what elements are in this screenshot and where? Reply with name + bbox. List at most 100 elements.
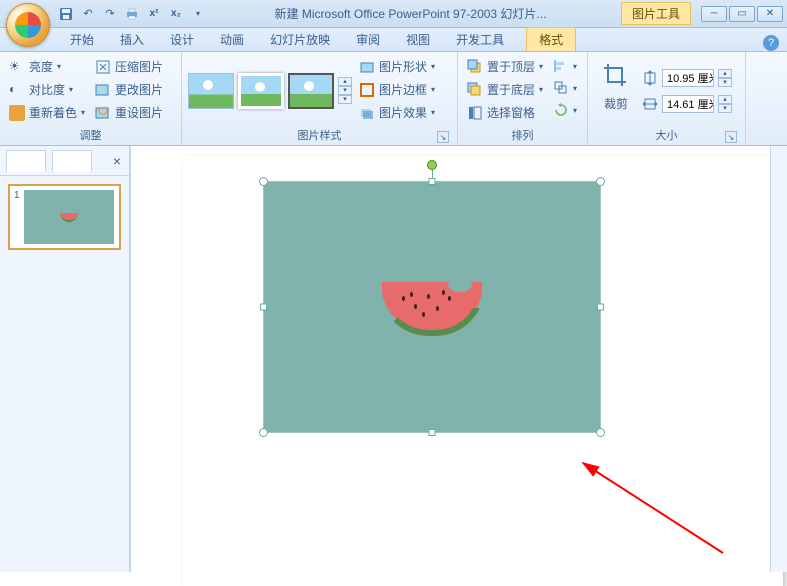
window-controls: ─ ▭ ✕ [701, 6, 783, 22]
rotate-handle[interactable] [427, 160, 437, 170]
picture-border-button[interactable]: 图片边框 ▾ [356, 79, 438, 100]
close-button[interactable]: ✕ [757, 6, 783, 22]
group-label-adjust: 调整 [6, 125, 175, 145]
handle-w[interactable] [260, 304, 267, 311]
handle-se[interactable] [596, 428, 605, 437]
pane-icon [467, 105, 483, 121]
style-thumb-2[interactable] [238, 73, 284, 109]
subscript-icon[interactable]: x₂ [168, 6, 184, 22]
group-size: 裁剪 ▴▾ ▴▾ 大小↘ [588, 52, 746, 145]
reset-picture-button[interactable]: 重设图片 [92, 102, 166, 123]
rotate-icon [553, 102, 569, 118]
handle-e[interactable] [597, 304, 604, 311]
contrast-button[interactable]: ◐对比度 ▾ [6, 79, 88, 100]
ribbon: ☀亮度 ▾ ◐对比度 ▾ 重新着色 ▾ 压缩图片 更改图片 重设图片 调整 [0, 52, 787, 146]
slides-panel: 1 [0, 176, 130, 572]
width-input[interactable] [662, 95, 714, 113]
vertical-scrollbar[interactable] [770, 146, 787, 572]
outline-tab[interactable] [52, 150, 92, 172]
style-gallery[interactable]: ▴▾▾ [188, 56, 352, 125]
close-pane-icon[interactable]: × [113, 153, 121, 169]
maximize-button[interactable]: ▭ [729, 6, 755, 22]
gallery-scroll[interactable]: ▴▾▾ [338, 77, 352, 104]
height-spinner[interactable]: ▴▾ [642, 69, 732, 87]
group-label-arrange: 排列 [464, 125, 581, 145]
redo-icon[interactable]: ↷ [102, 6, 118, 22]
recolor-icon [9, 105, 25, 121]
style-thumb-3[interactable] [288, 73, 334, 109]
slide-canvas[interactable] [130, 146, 787, 572]
ribbon-tabs: 开始 插入 设计 动画 幻灯片放映 审阅 视图 开发工具 格式 ? [0, 28, 787, 52]
tab-format[interactable]: 格式 [526, 27, 576, 51]
width-stepper[interactable]: ▴▾ [718, 95, 732, 113]
slide-preview [24, 190, 114, 244]
handle-ne[interactable] [596, 177, 605, 186]
align-button[interactable]: ▾ [550, 56, 580, 76]
width-spinner[interactable]: ▴▾ [642, 95, 732, 113]
tab-animation[interactable]: 动画 [208, 28, 256, 51]
print-icon[interactable] [124, 6, 140, 22]
align-icon [553, 58, 569, 74]
compress-button[interactable]: 压缩图片 [92, 56, 166, 77]
size-launcher-icon[interactable]: ↘ [725, 131, 737, 143]
bring-front-button[interactable]: 置于顶层 ▾ [464, 56, 546, 77]
window-title: 新建 Microsoft Office PowerPoint 97-2003 幻… [206, 5, 615, 22]
crop-icon [600, 60, 632, 92]
width-icon [642, 96, 658, 112]
slide[interactable] [183, 156, 783, 586]
crop-button[interactable]: 裁剪 [594, 56, 638, 125]
group-adjust: ☀亮度 ▾ ◐对比度 ▾ 重新着色 ▾ 压缩图片 更改图片 重设图片 调整 [0, 52, 182, 145]
superscript-icon[interactable]: x² [146, 6, 162, 22]
minimize-button[interactable]: ─ [701, 6, 727, 22]
handle-n[interactable] [429, 178, 436, 185]
styles-launcher-icon[interactable]: ↘ [437, 131, 449, 143]
quick-access-toolbar: ↶ ↷ x² x₂ ▾ [58, 6, 206, 22]
rotate-button[interactable]: ▾ [550, 100, 580, 120]
group-label-size: 大小↘ [594, 125, 739, 145]
style-thumb-1[interactable] [188, 73, 234, 109]
qat-dropdown-icon[interactable]: ▾ [190, 6, 206, 22]
office-button[interactable] [6, 3, 50, 47]
reset-icon [95, 105, 111, 121]
slides-tab[interactable] [6, 150, 46, 172]
picture-shape-button[interactable]: 图片形状 ▾ [356, 56, 438, 77]
height-stepper[interactable]: ▴▾ [718, 69, 732, 87]
recolor-button[interactable]: 重新着色 ▾ [6, 102, 88, 123]
image-content [264, 182, 600, 432]
handle-s[interactable] [429, 429, 436, 436]
tab-slideshow[interactable]: 幻灯片放映 [258, 28, 342, 51]
help-icon[interactable]: ? [763, 35, 779, 51]
tab-developer[interactable]: 开发工具 [444, 28, 516, 51]
tab-review[interactable]: 审阅 [344, 28, 392, 51]
selected-image[interactable] [263, 181, 601, 433]
tab-view[interactable]: 视图 [394, 28, 442, 51]
tab-insert[interactable]: 插入 [108, 28, 156, 51]
group-icon [553, 80, 569, 96]
brightness-button[interactable]: ☀亮度 ▾ [6, 56, 88, 77]
group-arrange: 置于顶层 ▾ 置于底层 ▾ 选择窗格 ▾ ▾ ▾ 排列 [458, 52, 588, 145]
selection-pane-button[interactable]: 选择窗格 [464, 102, 546, 123]
height-icon [642, 70, 658, 86]
save-icon[interactable] [58, 6, 74, 22]
change-picture-button[interactable]: 更改图片 [92, 79, 166, 100]
slides-pane-header: × [0, 146, 130, 176]
picture-effects-button[interactable]: 图片效果 ▾ [356, 102, 438, 123]
change-icon [95, 82, 111, 98]
height-input[interactable] [662, 69, 714, 87]
tab-home[interactable]: 开始 [58, 28, 106, 51]
back-icon [467, 82, 483, 98]
send-back-button[interactable]: 置于底层 ▾ [464, 79, 546, 100]
group-button[interactable]: ▾ [550, 78, 580, 98]
handle-nw[interactable] [259, 177, 268, 186]
group-styles: ▴▾▾ 图片形状 ▾ 图片边框 ▾ 图片效果 ▾ 图片样式↘ [182, 52, 458, 145]
handle-sw[interactable] [259, 428, 268, 437]
tab-design[interactable]: 设计 [158, 28, 206, 51]
group-label-styles: 图片样式↘ [188, 125, 451, 145]
annotation-arrow [553, 453, 733, 563]
undo-icon[interactable]: ↶ [80, 6, 96, 22]
workspace: × 1 [0, 146, 787, 572]
shape-icon [359, 59, 375, 75]
watermelon-icon [382, 282, 482, 332]
title-bar: ↶ ↷ x² x₂ ▾ 新建 Microsoft Office PowerPoi… [0, 0, 787, 28]
slide-thumbnail-1[interactable]: 1 [8, 184, 121, 250]
